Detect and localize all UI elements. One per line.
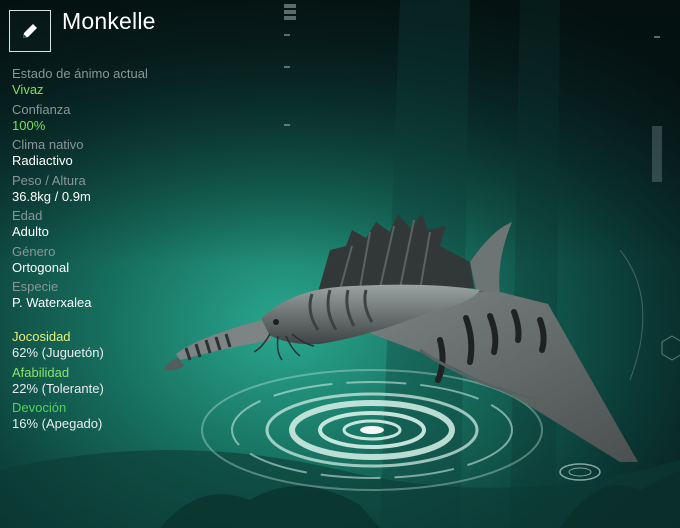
stat-weight-height: Peso / Altura 36.8kg / 0.9m [12,173,242,209]
stat-value: Radiactivo [12,153,73,168]
stat-mood: Estado de ánimo actual Vivaz [12,66,242,102]
stats-panel: Estado de ánimo actual Vivaz Confianza 1… [12,66,242,315]
stat-label: Género [12,243,56,259]
stat-age: Edad Adulto [12,208,242,244]
stat-trust: Confianza 100% [12,102,242,138]
stat-label: Estado de ánimo actual [12,66,148,81]
trait-value: 16% (Apegado) [12,416,103,431]
stat-value: Vivaz [12,82,44,97]
trait-playfulness: Jocosidad 62% (Juguetón) [12,329,242,365]
stat-value: 100% [12,117,46,133]
edit-name-button[interactable] [9,10,51,52]
stat-value: 36.8kg / 0.9m [12,188,91,204]
trait-affability: Afabilidad 22% (Tolerante) [12,365,242,401]
stat-label: Edad [12,208,43,223]
trait-label: Afabilidad [12,364,70,380]
stat-gender: Género Ortogonal [12,244,242,280]
trait-value: 22% (Tolerante) [12,380,104,396]
stat-value: Ortogonal [12,259,70,275]
stat-label: Especie [12,279,59,294]
stat-value: Adulto [12,224,49,239]
stat-value: P. Waterxalea [12,295,92,310]
stat-label: Peso / Altura [12,172,86,188]
pencil-icon [23,24,37,38]
stat-species: Especie P. Waterxalea [12,279,242,315]
trait-value: 62% (Juguetón) [12,345,104,360]
creature-name: Monkelle [62,8,156,34]
trait-devotion: Devoción 16% (Apegado) [12,400,242,436]
traits-panel: Jocosidad 62% (Juguetón) Afabilidad 22% … [12,329,242,436]
stat-label: Confianza [12,101,71,117]
stat-climate: Clima nativo Radiactivo [12,137,242,173]
trait-label: Jocosidad [12,329,71,344]
trait-label: Devoción [12,400,67,415]
stat-label: Clima nativo [12,137,84,152]
